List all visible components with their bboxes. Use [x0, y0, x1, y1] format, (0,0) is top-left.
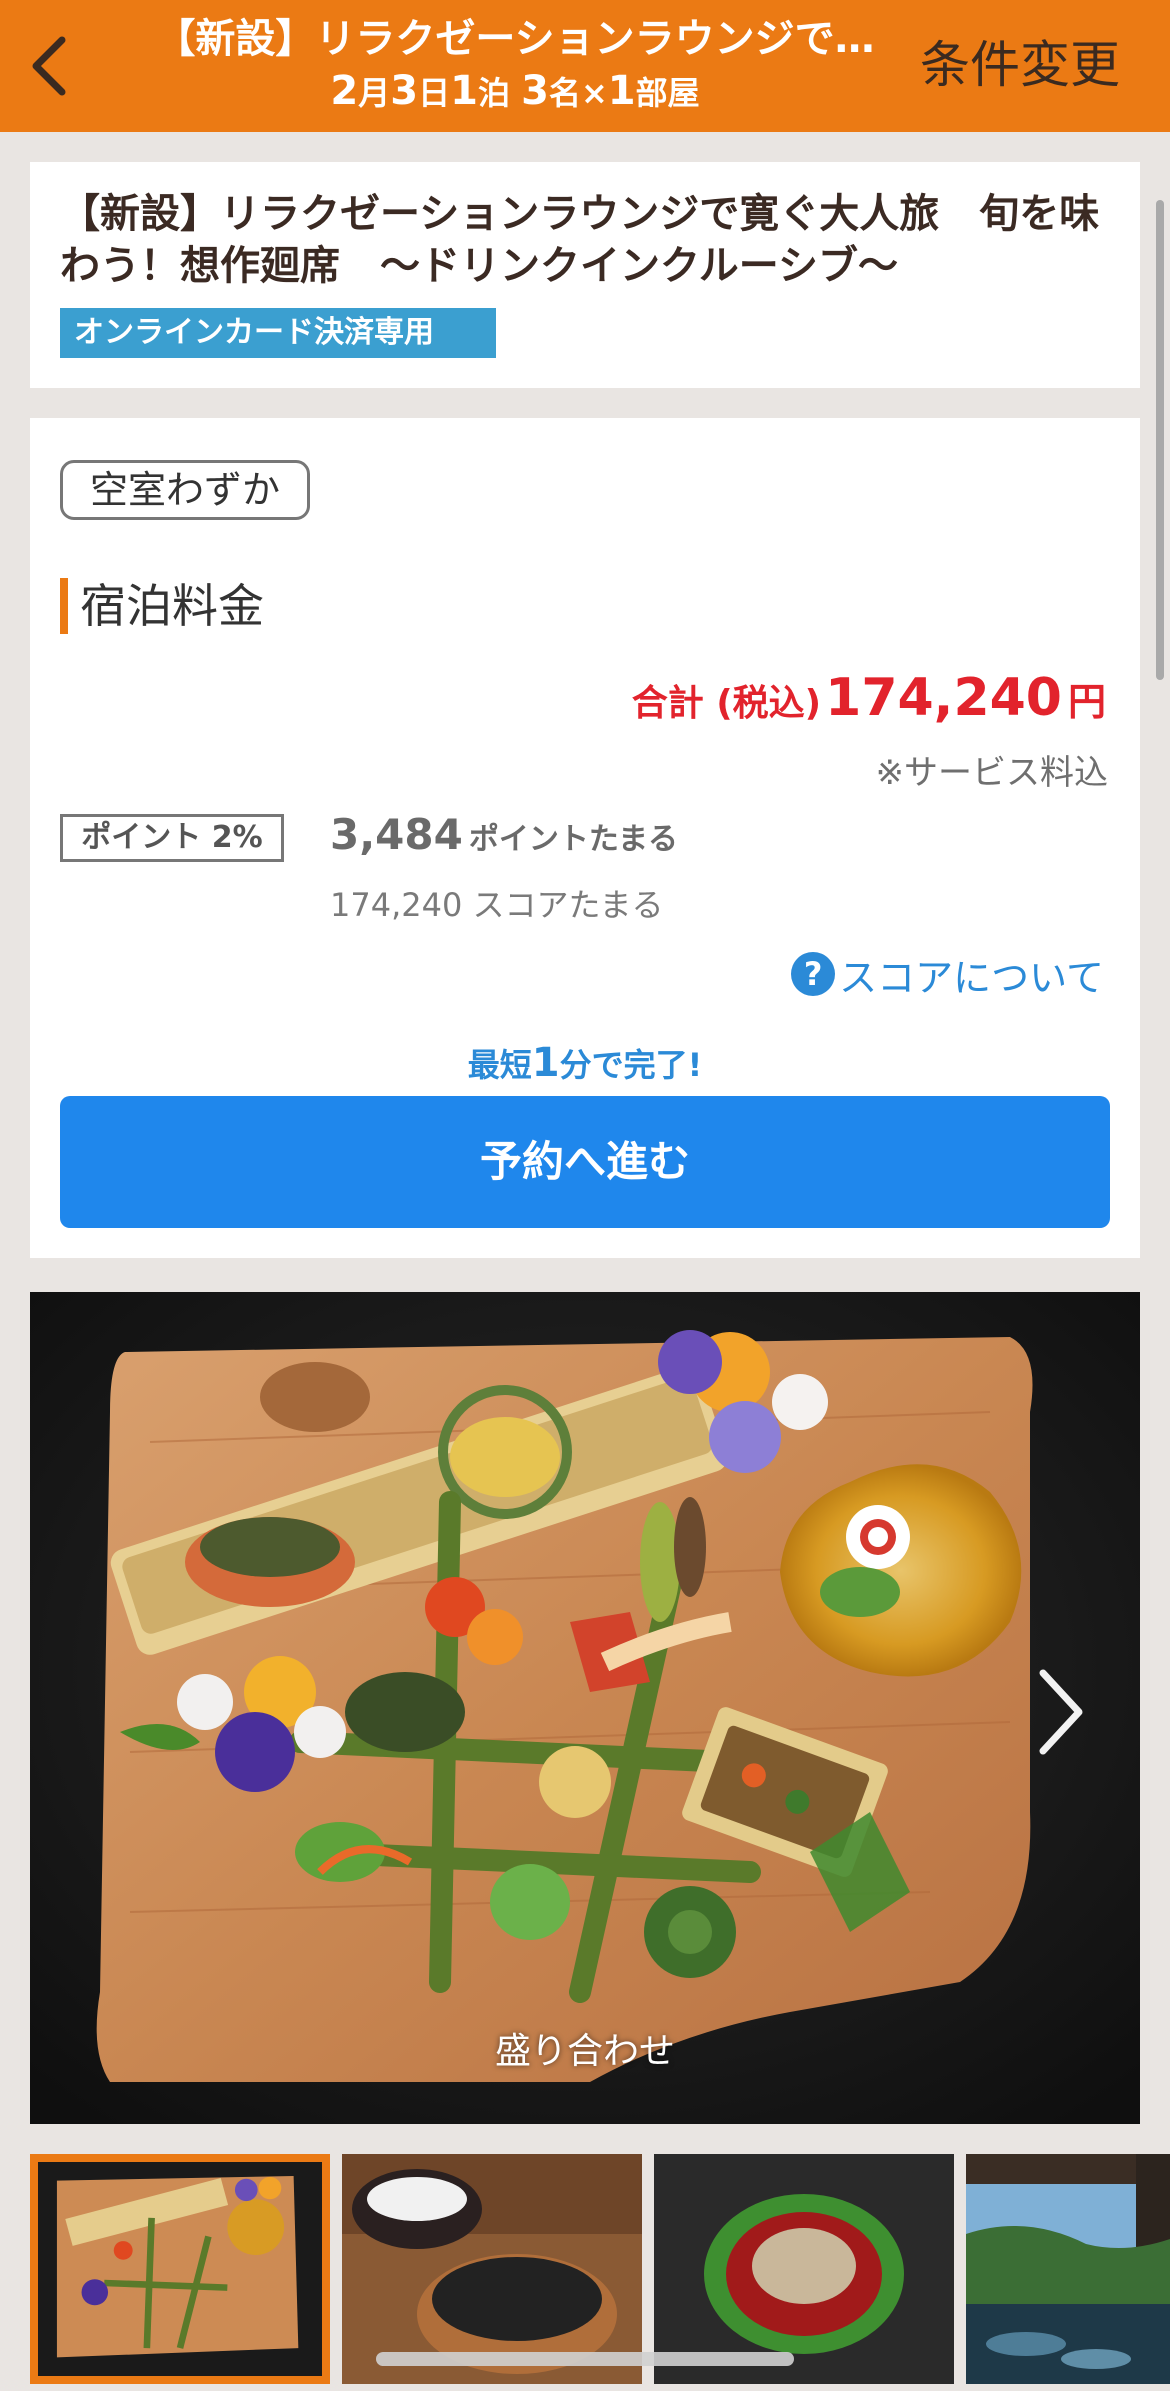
quick-complete-note: 最短1分で完了!	[467, 1040, 703, 1086]
next-image-button[interactable]	[1020, 1662, 1100, 1762]
total-unit: 円	[1067, 680, 1106, 724]
main-photo[interactable]: 盛り合わせ	[30, 1292, 1140, 2124]
chevron-left-icon	[32, 36, 66, 96]
points-value: 3,484	[330, 810, 463, 859]
change-conditions-button[interactable]: 条件変更	[920, 30, 1120, 100]
point-rate-badge: ポイント 2%	[60, 814, 284, 862]
service-note: ※サービス料込	[875, 753, 1109, 793]
thumbnail-2[interactable]	[342, 2154, 642, 2384]
price-card: 空室わずか 宿泊料金 合計 (税込) 174,240 円 ※サービス料込 ポイン…	[30, 418, 1140, 1258]
chevron-right-icon	[1039, 1669, 1083, 1755]
app-header: 【新設】リラクゼーションラウンジで… 2月3日1泊 3名×1部屋 条件変更	[0, 0, 1170, 132]
score-earned: 174,240 スコアたまる	[330, 886, 664, 924]
vacancy-badge: 空室わずか	[60, 460, 310, 520]
food-platter-image	[30, 1292, 1140, 2124]
home-indicator	[376, 2352, 794, 2366]
soba-noodles-thumbnail	[654, 2154, 954, 2384]
photo-caption: 盛り合わせ	[494, 2031, 675, 2072]
search-conditions: 2月3日1泊 3名×1部屋	[330, 68, 700, 114]
reserve-button[interactable]: 予約へ進む	[60, 1096, 1110, 1228]
open-air-bath-thumbnail	[966, 2154, 1170, 2384]
points-earned: 3,484 ポイントたまる	[330, 810, 678, 866]
payment-badge: オンラインカード決済専用	[60, 308, 496, 358]
back-button[interactable]	[18, 26, 78, 106]
question-icon: ?	[791, 952, 836, 996]
price-heading: 宿泊料金	[60, 578, 264, 634]
thumbnail-3[interactable]	[654, 2154, 954, 2384]
header-title: 【新設】リラクゼーションラウンジで…	[155, 16, 875, 62]
scroll-indicator	[1156, 200, 1164, 680]
total-value: 174,240	[825, 668, 1062, 728]
plan-title-card: 【新設】リラクゼーションラウンジで寛ぐ大人旅 旬を味わう！想作廻席 ～ドリンクイ…	[30, 162, 1140, 388]
total-price: 合計 (税込) 174,240 円	[632, 668, 1106, 738]
plan-name: 【新設】リラクゼーションラウンジで寛ぐ大人旅 旬を味わう！想作廻席 ～ドリンクイ…	[60, 191, 1100, 289]
thumbnail-4[interactable]	[966, 2154, 1170, 2384]
salt-and-sesame-thumbnail	[342, 2154, 642, 2384]
food-platter-thumbnail	[38, 2162, 322, 2376]
score-info-link[interactable]: ? スコアについて	[791, 946, 1104, 1002]
points-unit: ポイントたまる	[468, 822, 678, 857]
total-label: 合計 (税込)	[631, 683, 822, 724]
score-link-label: スコアについて	[839, 955, 1104, 1000]
thumbnail-1[interactable]	[30, 2154, 330, 2384]
